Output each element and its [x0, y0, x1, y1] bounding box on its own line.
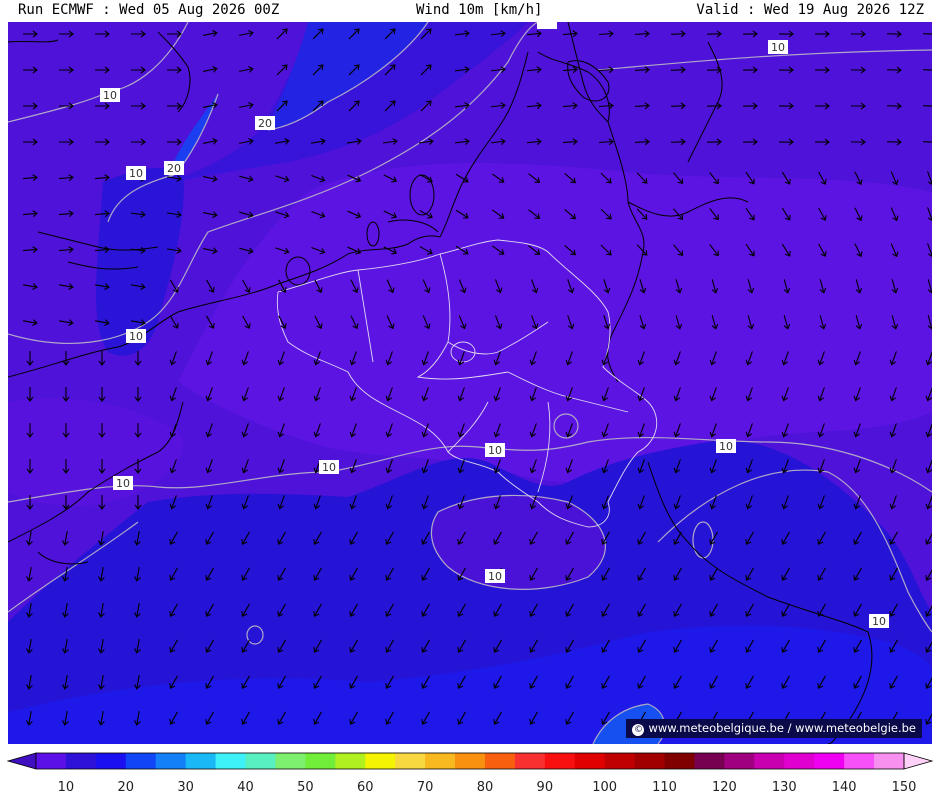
legend-color-cell — [544, 753, 576, 769]
svg-text:10: 10 — [488, 444, 502, 457]
legend-color-cell — [514, 753, 546, 769]
svg-text:10: 10 — [771, 41, 785, 54]
svg-text:10: 10 — [719, 440, 733, 453]
legend-color-cell — [724, 753, 755, 769]
legend-tick-label: 140 — [832, 780, 857, 795]
map-title: Wind 10m [km/h] — [416, 2, 543, 18]
legend-low-end — [6, 752, 37, 770]
legend-color-cell — [455, 753, 486, 769]
legend-color-cell — [574, 753, 606, 769]
legend-color-cell — [65, 753, 97, 769]
legend-tick-label: 100 — [592, 780, 617, 795]
contour-label: 10 — [126, 166, 146, 180]
svg-text:10: 10 — [322, 461, 336, 474]
contour-label: 20 — [164, 161, 184, 175]
legend-color-cell — [215, 753, 247, 769]
copyright-icon: © — [632, 724, 645, 736]
legend-color-cell — [425, 753, 456, 769]
contour-label: 10 — [768, 40, 788, 54]
legend-tick-label: 40 — [237, 780, 254, 795]
contour-label: 10 — [485, 443, 505, 457]
svg-text:10: 10 — [872, 615, 886, 628]
contour-label: 10 — [869, 614, 889, 628]
legend-tick-label: 150 — [892, 780, 917, 795]
svg-text:10: 10 — [129, 167, 143, 180]
legend-color-cell — [335, 753, 366, 769]
contour-label: 10 — [716, 439, 736, 453]
legend-color-cell — [664, 753, 695, 769]
legend-tick-label: 110 — [652, 780, 677, 795]
contour-label: 10 — [100, 88, 120, 102]
legend-tick-label: 90 — [537, 780, 554, 795]
legend-color-cell — [754, 753, 785, 769]
legend-color-cell — [484, 753, 516, 769]
credit-link[interactable]: © www.meteobelgique.be / www.meteobelgie.… — [626, 719, 922, 738]
legend-color-cell — [305, 753, 336, 769]
color-scale-bar: 10 20 30 40 50 60 70 80 90 100 110 120 130 140 150 — [6, 752, 934, 795]
legend-color-cell — [95, 753, 127, 769]
legend-color-cell — [185, 753, 217, 769]
wind-map: 10 10 20 20 10 10 10 10 10 10 10 10 © www… — [8, 22, 932, 744]
legend-color-cell — [275, 753, 306, 769]
wind-map-canvas: 10 10 20 20 10 10 10 10 10 10 10 10 — [8, 22, 932, 744]
legend-tick-label: 70 — [417, 780, 434, 795]
legend-tick-label: 120 — [712, 780, 737, 795]
svg-text:20: 20 — [258, 117, 272, 130]
run-info: Run ECMWF : Wed 05 Aug 2026 00Z — [18, 2, 280, 18]
svg-text:10: 10 — [116, 477, 130, 490]
legend-color-cell — [155, 753, 187, 769]
credit-text: www.meteobelgique.be / www.meteobelgie.b… — [648, 721, 916, 735]
legend-tick-label: 10 — [58, 780, 75, 795]
contour-label: 10 — [126, 329, 146, 343]
legend-color-cell — [245, 753, 276, 769]
svg-text:10: 10 — [129, 330, 143, 343]
legend-high-end — [903, 752, 934, 770]
legend-color-cell — [814, 753, 845, 769]
valid-time: Valid : Wed 19 Aug 2026 12Z — [696, 2, 924, 18]
contour-label: 10 — [319, 460, 339, 474]
legend-color-cell — [604, 753, 636, 769]
svg-text:10: 10 — [103, 89, 117, 102]
contour-label: 10 — [113, 476, 133, 490]
legend-tick-label: 80 — [477, 780, 494, 795]
legend-color-cell — [874, 753, 905, 769]
legend-color-cell — [844, 753, 875, 769]
legend-color-cell — [365, 753, 396, 769]
legend-color-cell — [395, 753, 426, 769]
contour-label — [537, 22, 557, 29]
color-scale-legend: 10 20 30 40 50 60 70 80 90 100 110 120 130 140 150 — [6, 752, 934, 798]
legend-tick-label: 60 — [357, 780, 374, 795]
legend-tick-label: 20 — [118, 780, 135, 795]
legend-color-cell — [634, 753, 666, 769]
contour-label: 10 — [485, 569, 505, 583]
contour-label: 20 — [255, 116, 275, 130]
legend-color-cell — [36, 753, 67, 769]
legend-color-cell — [694, 753, 725, 769]
legend-color-cell — [784, 753, 815, 769]
legend-tick-label: 130 — [772, 780, 797, 795]
svg-text:20: 20 — [167, 162, 181, 175]
svg-text:10: 10 — [488, 570, 502, 583]
legend-tick-label: 30 — [177, 780, 194, 795]
legend-tick-label: 50 — [297, 780, 314, 795]
legend-color-cell — [125, 753, 157, 769]
